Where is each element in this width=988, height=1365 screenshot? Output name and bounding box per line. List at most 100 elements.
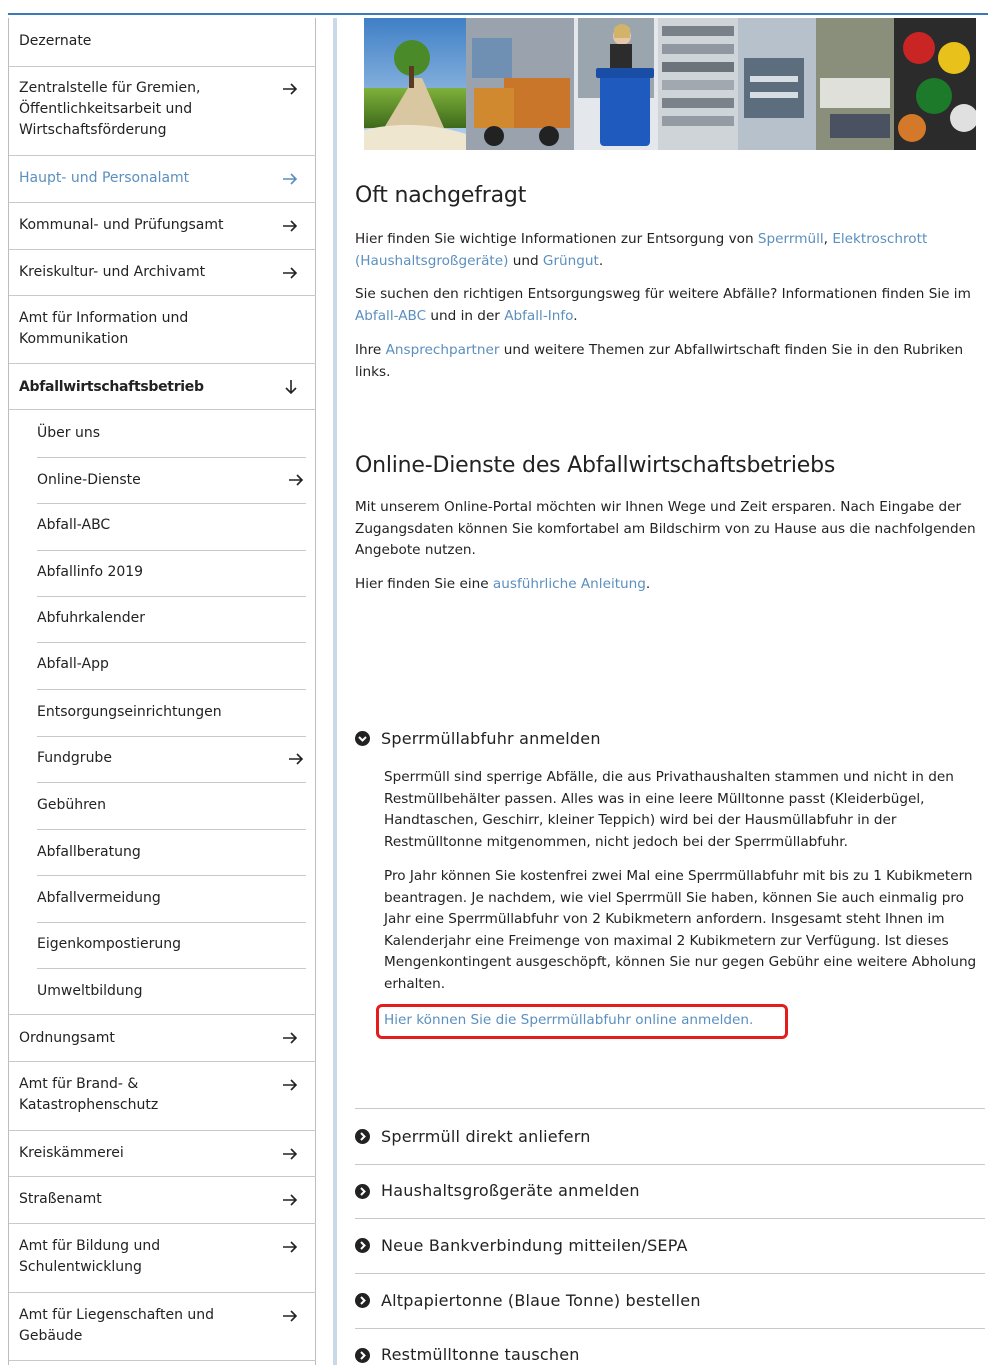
- sperrmuell-link[interactable]: Sperrmüll: [758, 231, 824, 247]
- sidebar-subitem-online-dienste[interactable]: Online-Dienste: [9, 457, 316, 504]
- header-banner-image: [364, 18, 976, 150]
- faq-paragraph-1: Hier finden Sie wichtige Informationen z…: [355, 229, 985, 272]
- sidebar-item-brand-katastrophenschutz[interactable]: Amt für Brand- & Katastrophenschutz: [9, 1062, 316, 1131]
- sidebar-item-label: Abfallinfo 2019: [37, 564, 144, 580]
- gruengut-link[interactable]: Grüngut: [543, 253, 599, 269]
- arrow-right-icon: [283, 1241, 298, 1253]
- divider: [355, 1273, 985, 1274]
- text: .: [598, 252, 604, 269]
- sidebar-item-label: Kommunal- und Prüfungsamt: [19, 217, 224, 233]
- sidebar-item-label: Kreiskämmerei: [19, 1145, 124, 1161]
- accordion-header-haushaltsgrossgeraete[interactable]: Haushaltsgroßgeräte anmelden: [381, 1181, 640, 1200]
- text: ,: [823, 231, 833, 247]
- sidebar-item-label: Online-Dienste: [37, 472, 141, 488]
- accordion-header-bankverbindung-sepa[interactable]: Neue Bankverbindung mitteilen/SEPA: [381, 1236, 688, 1255]
- sidebar-item-kreiskultur-archivamt[interactable]: Kreiskultur- und Archivamt: [9, 250, 316, 296]
- sidebar-subitem-eigenkompostierung[interactable]: Eigenkompostierung: [9, 922, 316, 969]
- faq-paragraph-3: Ihre Ansprechpartner und weitere Themen …: [355, 340, 985, 383]
- accordion-header-altpapiertonne[interactable]: Altpapiertonne (Blaue Tonne) bestellen: [381, 1291, 701, 1310]
- accordion-header-restmuelltonne-tauschen[interactable]: Restmülltonne tauschen: [381, 1345, 580, 1364]
- anleitung-link[interactable]: ausführliche Anleitung: [493, 576, 646, 592]
- chevron-right-circle-icon[interactable]: [355, 1293, 370, 1308]
- sidebar-item-label: Straßenamt: [19, 1191, 102, 1207]
- sidebar-item-label: Dezernate: [19, 33, 92, 49]
- sidebar-subitem-abfallinfo-2019[interactable]: Abfallinfo 2019: [9, 550, 316, 597]
- content-divider: [333, 18, 337, 1365]
- chevron-right-circle-icon[interactable]: [355, 1184, 370, 1199]
- sidebar-item-dezernate[interactable]: Dezernate: [9, 18, 316, 67]
- text: Hier finden Sie wichtige Informationen z…: [355, 231, 758, 247]
- sidebar-subitem-entsorgungseinrichtungen[interactable]: Entsorgungseinrichtungen: [9, 689, 316, 737]
- divider: [355, 1218, 985, 1219]
- sidebar-subitem-abfall-app[interactable]: Abfall-App: [9, 642, 316, 690]
- sidebar-item-zentralstelle[interactable]: Zentralstelle für Gremien, Öffentlichkei…: [9, 67, 316, 156]
- sidebar-item-label: Entsorgungseinrichtungen: [37, 704, 222, 720]
- sidebar-item-label: Ordnungsamt: [19, 1030, 115, 1046]
- chevron-down-circle-icon[interactable]: [355, 731, 370, 746]
- sidebar-subitem-ueber-uns[interactable]: Über uns: [9, 410, 316, 458]
- sidebar-subitem-abfallvermeidung[interactable]: Abfallvermeidung: [9, 875, 316, 923]
- online-guide-paragraph: Hier finden Sie eine ausführliche Anleit…: [355, 574, 985, 596]
- sidebar-item-label: Amt für Bildung und Schulentwicklung: [19, 1238, 161, 1275]
- arrow-right-icon: [283, 1194, 298, 1206]
- sidebar-item-kreiskaemmerei[interactable]: Kreiskämmerei: [9, 1131, 316, 1177]
- sidebar-item-label: Abfuhrkalender: [37, 610, 145, 626]
- faq-paragraph-2: Sie suchen den richtigen Entsorgungsweg …: [355, 284, 985, 327]
- accordion-header-sperrmuellabfuhr[interactable]: Sperrmüllabfuhr anmelden: [381, 729, 601, 748]
- accordion-header-sperrmuell-anliefern[interactable]: Sperrmüll direkt anliefern: [381, 1127, 591, 1146]
- sidebar-subitem-abfallberatung[interactable]: Abfallberatung: [9, 829, 316, 876]
- abfall-abc-link[interactable]: Abfall-ABC: [355, 308, 426, 324]
- sidebar-subitem-abfall-abc[interactable]: Abfall-ABC: [9, 503, 316, 551]
- divider: [355, 1108, 985, 1109]
- sidebar-item-label: Abfallberatung: [37, 844, 141, 860]
- arrow-right-icon: [283, 1310, 298, 1322]
- sidebar-item-label: Abfallwirtschaftsbetrieb: [19, 379, 204, 395]
- sidebar-item-label: Abfall-ABC: [37, 517, 111, 533]
- chevron-right-circle-icon[interactable]: [355, 1129, 370, 1144]
- sidebar-item-bildung-schulentwicklung[interactable]: Amt für Bildung und Schulentwicklung: [9, 1224, 316, 1293]
- divider: [355, 1328, 985, 1329]
- arrow-right-icon: [283, 1032, 298, 1044]
- sidebar-item-label: Kreiskultur- und Archivamt: [19, 264, 206, 280]
- faq-heading: Oft nachgefragt: [355, 183, 527, 208]
- top-accent-rule: [8, 13, 988, 15]
- accordion-paragraph-2: Pro Jahr können Sie kostenfrei zwei Mal …: [384, 868, 977, 992]
- sperrmuell-online-anmelden-link[interactable]: Hier können Sie die Sperrmüllabfuhr onli…: [384, 1010, 784, 1032]
- arrow-right-icon: [289, 753, 304, 765]
- arrow-down-icon: [285, 380, 297, 395]
- arrow-right-icon: [283, 83, 298, 95]
- text: und: [508, 252, 543, 269]
- sidebar-item-label: Eigenkompostierung: [37, 936, 182, 952]
- ansprechpartner-link[interactable]: Ansprechpartner: [386, 342, 500, 358]
- sidebar-item-label: Fundgrube: [37, 750, 112, 766]
- chevron-right-circle-icon[interactable]: [355, 1348, 370, 1363]
- sidebar-item-label: Abfallvermeidung: [37, 890, 161, 906]
- sidebar-item-haupt-personalamt[interactable]: Haupt- und Personalamt: [9, 156, 316, 203]
- arrow-right-icon: [283, 267, 298, 279]
- sidebar-item-strassenamt[interactable]: Straßenamt: [9, 1177, 316, 1224]
- sidebar-item-information-kommunikation[interactable]: Amt für Information und Kommunikation: [9, 296, 316, 364]
- arrow-right-icon: [283, 1079, 298, 1091]
- accordion-paragraph-1: Sperrmüll sind sperrige Abfälle, die aus…: [384, 769, 954, 850]
- sidebar-item-label: Haupt- und Personalamt: [19, 170, 190, 186]
- sidebar-subitem-fundgrube[interactable]: Fundgrube: [9, 736, 316, 783]
- sidebar-item-label: Umweltbildung: [37, 983, 143, 999]
- sidebar-subitem-umweltbildung[interactable]: Umweltbildung: [9, 968, 316, 1015]
- sidebar-item-abfallwirtschaftsbetrieb[interactable]: Abfallwirtschaftsbetrieb: [9, 364, 316, 410]
- sidebar-subitem-gebuehren[interactable]: Gebühren: [9, 782, 316, 830]
- sidebar-item-label: Amt für Liegenschaften und Gebäude: [19, 1307, 215, 1344]
- sidebar-item-label: Zentralstelle für Gremien, Öffentlichkei…: [19, 80, 201, 138]
- arrow-right-icon: [283, 1148, 298, 1160]
- sidebar-subitem-abfuhrkalender[interactable]: Abfuhrkalender: [9, 596, 316, 643]
- text: .: [645, 576, 651, 592]
- sidebar-item-label: Gebühren: [37, 797, 107, 813]
- abfall-info-link[interactable]: Abfall-Info: [504, 308, 573, 324]
- text: Ihre: [355, 342, 386, 358]
- sidebar-item-liegenschaften-gebaeude[interactable]: Amt für Liegenschaften und Gebäude: [9, 1293, 316, 1361]
- sidebar-item-ordnungsamt[interactable]: Ordnungsamt: [9, 1015, 316, 1062]
- sidebar-item-kommunal-pruefungsamt[interactable]: Kommunal- und Prüfungsamt: [9, 203, 316, 250]
- sidebar-nav: Dezernate Zentralstelle für Gremien, Öff…: [8, 18, 316, 1365]
- chevron-right-circle-icon[interactable]: [355, 1238, 370, 1253]
- sidebar-item-label: Amt für Brand- & Katastrophenschutz: [19, 1076, 159, 1113]
- text: Sie suchen den richtigen Entsorgungsweg …: [355, 286, 971, 302]
